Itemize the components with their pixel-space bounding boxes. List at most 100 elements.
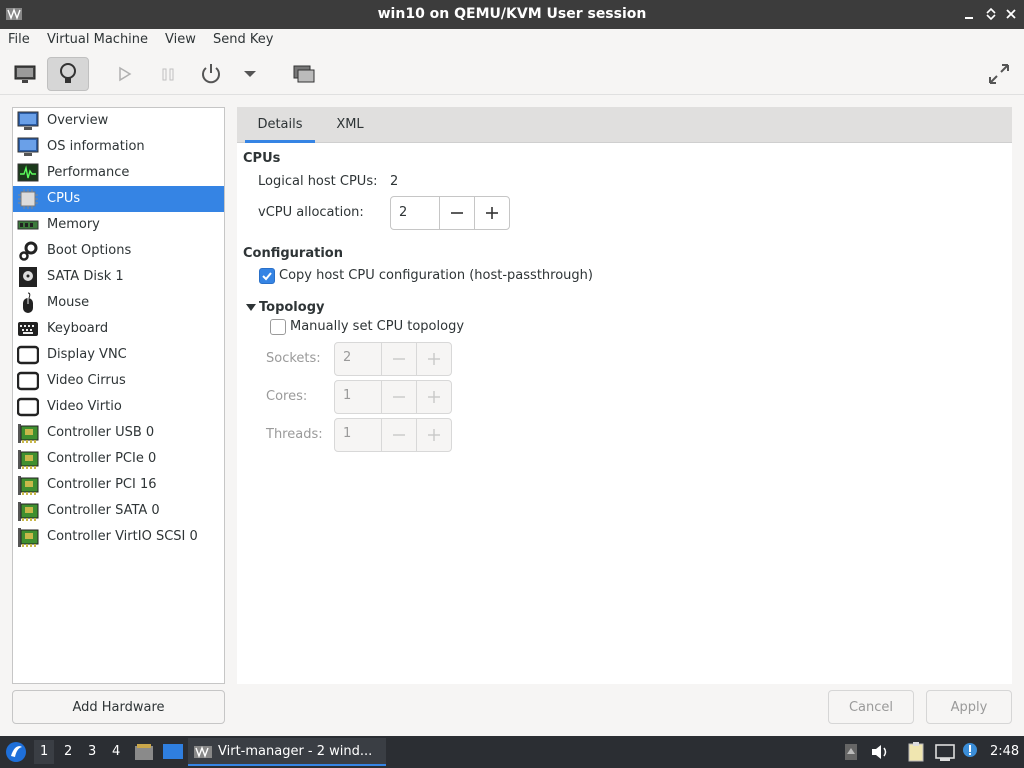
workspace-1[interactable]: 1 <box>34 740 54 764</box>
sidebar-item-label: Memory <box>47 217 100 232</box>
power-menu-button[interactable] <box>229 57 271 91</box>
vcpu-allocation-spinner[interactable]: 2 <box>390 196 510 230</box>
cores-decrement-button[interactable] <box>381 381 416 413</box>
virt-manager-task-icon <box>194 746 212 758</box>
details-lightbulb-icon <box>60 63 76 83</box>
sidebar-item-label: Controller SATA 0 <box>47 503 160 518</box>
menu-file[interactable]: File <box>8 32 30 47</box>
vcpu-allocation-value[interactable]: 2 <box>399 205 407 220</box>
sidebar-item-label: Video Virtio <box>47 399 122 414</box>
sidebar-item-performance[interactable]: Performance <box>13 160 224 186</box>
copy-host-cpu-checkbox[interactable] <box>259 268 275 284</box>
sidebar-item-video-virtio[interactable]: Video Virtio <box>13 394 224 420</box>
sockets-spinner[interactable]: 2 <box>334 342 452 376</box>
cancel-button[interactable]: Cancel <box>828 690 914 724</box>
cores-increment-button[interactable] <box>416 381 451 413</box>
volume-icon[interactable] <box>870 743 890 761</box>
sockets-decrement-button[interactable] <box>381 343 416 375</box>
workspace-3[interactable]: 3 <box>88 744 96 759</box>
display-icon <box>16 370 40 392</box>
sidebar-item-mouse[interactable]: Mouse <box>13 290 224 316</box>
sidebar-item-sata-disk-1[interactable]: SATA Disk 1 <box>13 264 224 290</box>
display-icon <box>16 344 40 366</box>
plus-icon <box>428 353 440 365</box>
close-icon[interactable] <box>1002 5 1020 23</box>
sidebar-item-label: Controller PCI 16 <box>47 477 157 492</box>
taskbar-task-virt-manager[interactable]: Virt-manager - 2 wind... <box>188 738 386 766</box>
console-button[interactable] <box>4 57 46 91</box>
fullscreen-button[interactable] <box>978 57 1020 91</box>
cpu-chip-icon <box>17 188 39 210</box>
sidebar-item-controller-usb-0[interactable]: Controller USB 0 <box>13 420 224 446</box>
clipboard-icon[interactable] <box>906 741 928 763</box>
keyboard-icon <box>17 318 39 340</box>
configuration-section-title: Configuration <box>243 246 343 261</box>
threads-spinner[interactable]: 1 <box>334 418 452 452</box>
threads-decrement-button[interactable] <box>381 419 416 451</box>
threads-increment-button[interactable] <box>416 419 451 451</box>
disk-icon <box>17 266 39 288</box>
window-title: win10 on QEMU/KVM User session <box>377 6 647 22</box>
sidebar-item-controller-virtio-scsi-0[interactable]: Controller VirtIO SCSI 0 <box>13 524 224 550</box>
sidebar-item-controller-pci-16[interactable]: Controller PCI 16 <box>13 472 224 498</box>
sidebar-item-cpus[interactable]: CPUs <box>13 186 224 212</box>
menu-view[interactable]: View <box>165 32 196 47</box>
file-manager-icon[interactable] <box>134 742 154 762</box>
apply-button[interactable]: Apply <box>926 690 1012 724</box>
manual-topology-label[interactable]: Manually set CPU topology <box>290 319 464 334</box>
workspace-2[interactable]: 2 <box>64 744 72 759</box>
show-desktop-icon[interactable] <box>162 742 184 762</box>
vcpu-decrement-button[interactable] <box>439 197 474 229</box>
cores-value[interactable]: 1 <box>343 388 351 403</box>
menu-send-key[interactable]: Send Key <box>213 32 273 47</box>
sockets-label: Sockets: <box>266 351 321 366</box>
sidebar-item-memory[interactable]: Memory <box>13 212 224 238</box>
copy-host-cpu-label[interactable]: Copy host CPU configuration (host-passth… <box>279 268 593 283</box>
power-icon <box>202 64 220 84</box>
gears-icon <box>17 240 39 262</box>
sidebar-item-controller-pcie-0[interactable]: Controller PCIe 0 <box>13 446 224 472</box>
eject-icon[interactable] <box>844 742 858 762</box>
workspace-4[interactable]: 4 <box>112 744 120 759</box>
sidebar-item-label: Display VNC <box>47 347 127 362</box>
power-button[interactable] <box>190 57 232 91</box>
tab-xml[interactable]: XML <box>317 107 383 143</box>
start-menu-icon[interactable] <box>5 741 27 763</box>
cores-label: Cores: <box>266 389 308 404</box>
sidebar-item-display-vnc[interactable]: Display VNC <box>13 342 224 368</box>
vcpu-increment-button[interactable] <box>474 197 509 229</box>
manual-topology-checkbox[interactable] <box>270 319 286 335</box>
sidebar-item-label: SATA Disk 1 <box>47 269 124 284</box>
sidebar-item-keyboard[interactable]: Keyboard <box>13 316 224 342</box>
sidebar-item-label: Boot Options <box>47 243 132 258</box>
sidebar-item-boot-options[interactable]: Boot Options <box>13 238 224 264</box>
display-icon <box>16 396 40 418</box>
threads-value[interactable]: 1 <box>343 426 351 441</box>
plus-icon <box>486 207 498 219</box>
sidebar-item-video-cirrus[interactable]: Video Cirrus <box>13 368 224 394</box>
notification-icon[interactable] <box>961 741 979 761</box>
minus-icon <box>393 434 405 436</box>
sockets-value[interactable]: 2 <box>343 350 351 365</box>
maximize-icon[interactable] <box>982 5 1000 23</box>
sockets-increment-button[interactable] <box>416 343 451 375</box>
sidebar-item-os-information[interactable]: OS information <box>13 134 224 160</box>
snapshots-button[interactable] <box>283 57 325 91</box>
network-icon[interactable] <box>934 742 956 762</box>
details-button[interactable] <box>47 57 89 91</box>
sidebar-item-overview[interactable]: Overview <box>13 108 224 134</box>
run-button[interactable] <box>103 57 145 91</box>
tab-bar: Details XML <box>237 107 1012 143</box>
cores-spinner[interactable]: 1 <box>334 380 452 414</box>
add-hardware-button[interactable]: Add Hardware <box>12 690 225 724</box>
expander-triangle-icon[interactable] <box>245 303 257 313</box>
sidebar-item-controller-sata-0[interactable]: Controller SATA 0 <box>13 498 224 524</box>
controller-card-icon <box>17 474 39 496</box>
snapshots-icon <box>293 65 315 83</box>
topology-section-title[interactable]: Topology <box>259 300 324 315</box>
menu-virtual-machine[interactable]: Virtual Machine <box>47 32 148 47</box>
minimize-icon[interactable] <box>960 5 978 23</box>
run-icon <box>119 66 132 82</box>
tab-details[interactable]: Details <box>245 107 315 143</box>
pause-button[interactable] <box>147 57 189 91</box>
